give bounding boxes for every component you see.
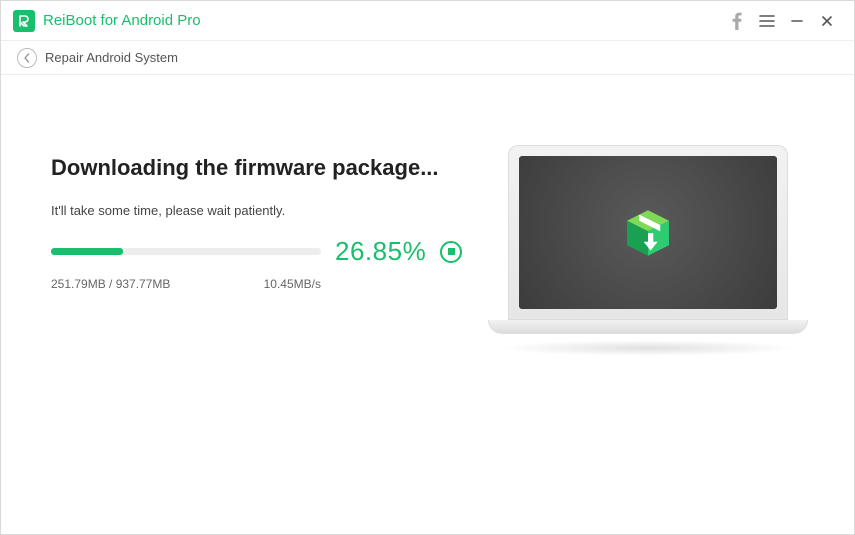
app-window: ReiBoot for Android Pro Repair Android S… [0,0,855,535]
app-logo-icon [13,10,35,32]
download-speed: 10.45MB/s [264,277,321,291]
progress-percent: 26.85% [335,236,426,267]
stop-button[interactable] [440,241,462,263]
illustration-panel [501,155,814,494]
page-heading: Downloading the firmware package... [51,155,481,181]
page-subtext: It'll take some time, please wait patien… [51,203,481,218]
close-button[interactable] [812,6,842,36]
back-button[interactable] [17,48,37,68]
download-panel: Downloading the firmware package... It'l… [51,155,481,494]
progress-row: 26.85% [51,236,481,267]
progress-stats: 251.79MB / 937.77MB 10.45MB/s [51,277,321,291]
laptop-illustration [508,145,808,356]
progress-fill [51,248,123,255]
downloaded-size: 251.79MB / 937.77MB [51,277,264,291]
breadcrumb: Repair Android System [45,50,178,65]
main-content: Downloading the firmware package... It'l… [1,75,854,534]
breadcrumb-bar: Repair Android System [1,41,854,75]
titlebar: ReiBoot for Android Pro [1,1,854,41]
download-box-icon [620,205,676,261]
stop-icon [448,248,455,255]
app-title: ReiBoot for Android Pro [43,12,201,29]
progress-bar [51,248,321,255]
facebook-icon[interactable] [722,6,752,36]
menu-icon[interactable] [752,6,782,36]
minimize-button[interactable] [782,6,812,36]
